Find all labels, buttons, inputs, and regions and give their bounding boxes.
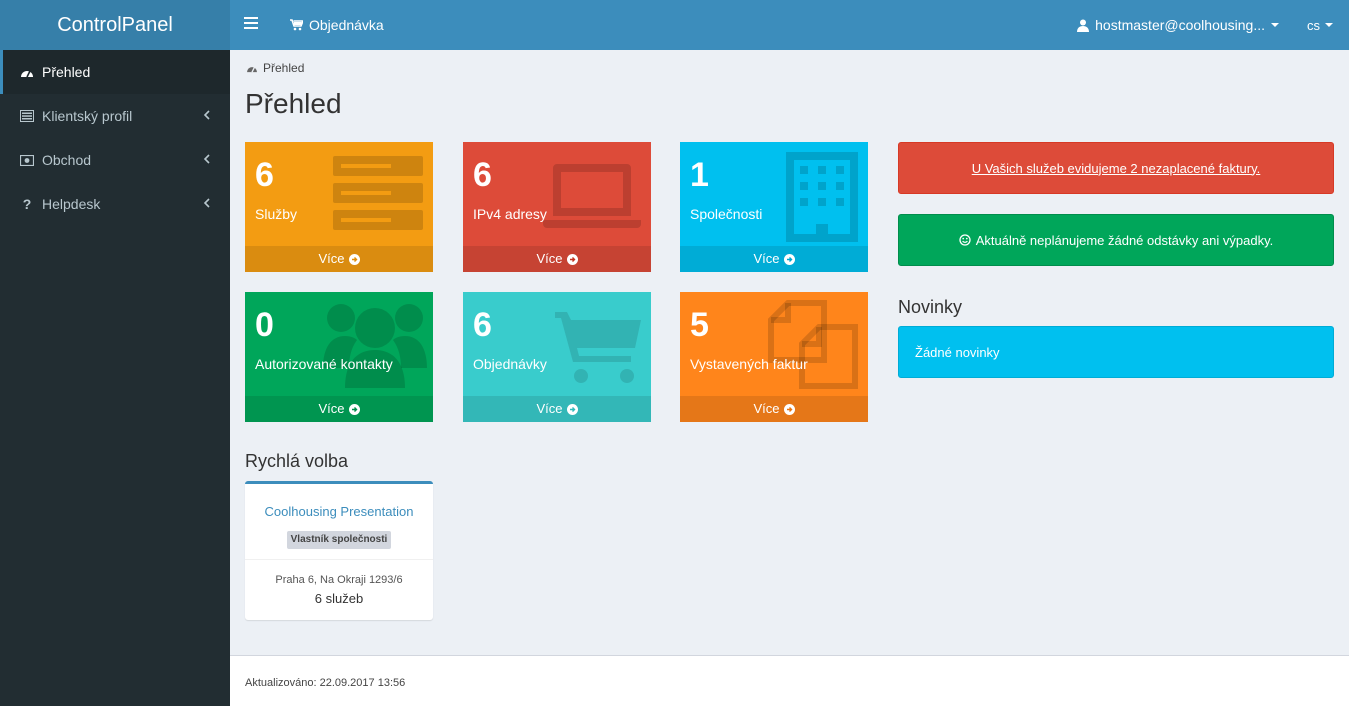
arrow-circle-right-icon (348, 253, 360, 265)
tile-objednavky: 6 Objednávky Více (463, 292, 651, 422)
last-updated: Aktualizováno: 22.09.2017 13:56 (245, 677, 406, 689)
quick-pick-title: Rychlá volba (245, 451, 349, 471)
tile-more-link[interactable]: Více (680, 396, 868, 422)
arrow-circle-right-icon (566, 403, 578, 415)
sidebar-item-prehled[interactable]: Přehled (0, 50, 230, 94)
tile-more-link[interactable]: Více (463, 396, 651, 422)
sidebar-item-label: Helpdesk (42, 196, 101, 212)
tile-more-link[interactable]: Více (463, 246, 651, 272)
sidebar-item-label: Klientský profil (42, 108, 133, 124)
tile-more-link[interactable]: Více (680, 246, 868, 272)
dashboard-icon (20, 65, 34, 79)
caret-down-icon (1325, 23, 1333, 27)
news-title: Novinky (898, 297, 963, 317)
tile-label: Objednávky (473, 356, 547, 372)
outage-alert-text: Aktuálně neplánujeme žádné odstávky ani … (975, 232, 1274, 248)
more-label: Více (318, 251, 345, 266)
role-badge: Vlastník společnosti (287, 531, 391, 549)
more-label: Více (536, 401, 563, 416)
tile-ipv4: 6 IPv4 adresy Více (463, 142, 651, 272)
service-count: 6 služeb (314, 591, 364, 606)
arrow-circle-right-icon (348, 403, 360, 415)
cart-icon (555, 312, 641, 383)
tile-value: 6 (255, 156, 274, 194)
news-box: Žádné novinky (898, 326, 1334, 378)
company-address: Praha 6, Na Okraji 1293/6 (275, 574, 403, 586)
outage-alert: Aktuálně neplánujeme žádné odstávky ani … (898, 214, 1334, 266)
tile-spolecnosti: 1 Společnosti Více (680, 142, 868, 272)
tile-more-link[interactable]: Více (245, 396, 433, 422)
breadcrumb-current[interactable]: Přehled (263, 61, 304, 75)
sidebar-item-label: Přehled (42, 64, 91, 80)
sidebar-item-klientsky-profil[interactable]: Klientský profil (0, 94, 230, 138)
page-title: Přehled (245, 88, 342, 119)
question-icon: ? (22, 196, 32, 212)
tile-label: IPv4 adresy (473, 206, 547, 222)
laptop-icon (543, 164, 641, 228)
sidebar-item-label: Obchod (42, 152, 92, 168)
chevron-left-icon (203, 110, 210, 120)
tile-value: 1 (690, 156, 709, 194)
more-label: Více (536, 251, 563, 266)
app-logo[interactable]: ControlPanel (0, 0, 230, 50)
tile-value: 6 (473, 156, 492, 194)
tile-label: Vystavených faktur (690, 356, 808, 372)
tile-label: Autorizované kontakty (255, 356, 393, 372)
tile-label: Společnosti (690, 206, 763, 222)
tile-value: 6 (473, 306, 492, 344)
breadcrumb: Přehled (246, 61, 304, 75)
tile-faktury: 5 Vystavených faktur Více (680, 292, 868, 422)
more-label: Více (753, 251, 780, 266)
card-divider (245, 559, 433, 560)
sidebar: Přehled Klientský profil Obchod ? Helpde… (0, 50, 230, 706)
sidebar-item-obchod[interactable]: Obchod (0, 138, 230, 182)
more-label: Více (318, 401, 345, 416)
more-label: Více (753, 401, 780, 416)
arrow-circle-right-icon (783, 403, 795, 415)
top-navbar: Objednávka hostmaster@coolhousing... cs (230, 0, 1349, 50)
tile-kontakty: 0 Autorizované kontakty Více (245, 292, 433, 422)
user-icon (1077, 19, 1090, 32)
money-icon (20, 153, 34, 167)
files-icon (768, 300, 858, 389)
smile-icon (959, 234, 971, 246)
users-icon (323, 304, 427, 388)
list-icon (20, 109, 34, 123)
server-icon (333, 156, 423, 230)
cart-icon (290, 19, 303, 31)
user-email: hostmaster@coolhousing... (1095, 17, 1265, 33)
chevron-left-icon (203, 154, 210, 164)
caret-down-icon (1271, 23, 1279, 27)
nav-order-label: Objednávka (309, 17, 384, 33)
building-icon (786, 152, 858, 242)
dashboard-icon (247, 66, 257, 73)
tile-label: Služby (255, 206, 298, 222)
tile-more-link[interactable]: Více (245, 246, 433, 272)
footer: Aktualizováno: 22.09.2017 13:56 (230, 655, 1349, 706)
nav-order-link[interactable]: Objednávka (290, 0, 384, 50)
user-menu[interactable]: hostmaster@coolhousing... (1077, 0, 1279, 50)
unpaid-invoices-alert[interactable]: U Vašich služeb evidujeme 2 nezaplacené … (898, 142, 1334, 194)
language-label: cs (1307, 17, 1320, 33)
sidebar-item-helpdesk[interactable]: ? Helpdesk (0, 182, 230, 226)
language-menu[interactable]: cs (1307, 0, 1333, 50)
arrow-circle-right-icon (566, 253, 578, 265)
chevron-left-icon (203, 198, 210, 208)
tile-sluzby: 6 Služby Více (245, 142, 433, 272)
company-card: Coolhousing Presentation Vlastník společ… (245, 481, 433, 620)
menu-toggle-icon[interactable] (244, 17, 258, 29)
tile-value: 5 (690, 306, 709, 344)
tile-value: 0 (255, 306, 274, 344)
company-link[interactable]: Coolhousing Presentation (245, 504, 433, 519)
arrow-circle-right-icon (783, 253, 795, 265)
